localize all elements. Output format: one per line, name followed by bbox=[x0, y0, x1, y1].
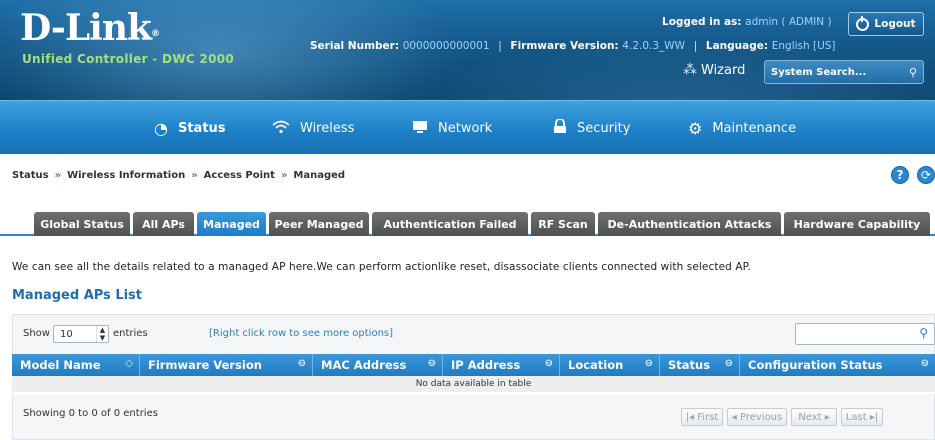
show-label: Show bbox=[23, 328, 50, 339]
lock-icon bbox=[553, 117, 567, 138]
breadcrumb-bar: Status» Wireless Information» Access Point… bbox=[0, 158, 935, 194]
breadcrumb-access-point[interactable]: Access Point bbox=[204, 170, 275, 181]
managed-aps-table: Show 10 ▲ ▼ entries [Right click row to s… bbox=[12, 314, 935, 440]
search-icon: ⚲ bbox=[908, 65, 917, 79]
tab-all-aps[interactable]: All APs bbox=[133, 212, 194, 236]
dlink-logo: D-Link® bbox=[20, 7, 160, 49]
gears-icon: ⚙ bbox=[688, 118, 703, 138]
breadcrumb-managed: Managed bbox=[293, 170, 346, 181]
language-link[interactable]: English [US] bbox=[772, 40, 836, 52]
main-nav: ◔ Status Wireless Network Security ⚙ Mai… bbox=[0, 100, 935, 154]
tab-rf-scan[interactable]: RF Scan bbox=[531, 212, 595, 236]
sort-icon: ⊖ bbox=[544, 358, 553, 369]
tab-global-status[interactable]: Global Status bbox=[34, 212, 130, 236]
entries-per-page-select[interactable]: 10 ▲ ▼ bbox=[53, 325, 109, 343]
table-footer: Showing 0 to 0 of 0 entries |◂ First ◂ P… bbox=[12, 394, 935, 440]
nav-security[interactable]: Security bbox=[553, 101, 630, 155]
nav-wireless[interactable]: Wireless bbox=[272, 101, 354, 155]
tab-authentication-failed[interactable]: Authentication Failed bbox=[372, 212, 528, 236]
pager-first-button[interactable]: |◂ First bbox=[681, 408, 723, 426]
table-header: Model Name ◇ Firmware Version ⊖ MAC Addres… bbox=[12, 354, 935, 376]
system-info: Serial Number: 0000000000001 | Firmware … bbox=[310, 40, 836, 52]
sort-icon: ◇ bbox=[125, 358, 133, 369]
breadcrumb-wireless-information[interactable]: Wireless Information bbox=[67, 170, 185, 181]
column-configuration-status[interactable]: Configuration Status ⊖ bbox=[740, 354, 935, 376]
pager-previous-button[interactable]: ◂ Previous bbox=[727, 408, 787, 426]
right-click-hint: [Right click row to see more options] bbox=[209, 328, 394, 339]
tab-peer-managed[interactable]: Peer Managed bbox=[269, 212, 369, 236]
list-title: Managed APs List bbox=[12, 288, 143, 303]
breadcrumb-status[interactable]: Status bbox=[12, 170, 49, 181]
wand-icon: ⁂ bbox=[683, 62, 697, 78]
nav-status[interactable]: ◔ Status bbox=[154, 101, 226, 155]
header-bar: D-Link® Unified Controller - DWC 2000 Lo… bbox=[0, 0, 935, 100]
sort-icon: ⊖ bbox=[644, 358, 653, 369]
column-location[interactable]: Location ⊖ bbox=[560, 354, 660, 376]
tab-hardware-capability[interactable]: Hardware Capability bbox=[784, 212, 930, 236]
sort-icon: ⊖ bbox=[920, 358, 929, 369]
wifi-icon bbox=[272, 119, 290, 138]
sort-icon: ⊖ bbox=[427, 358, 436, 369]
wizard-link[interactable]: ⁂ Wizard bbox=[683, 62, 745, 78]
column-model-name[interactable]: Model Name ◇ bbox=[12, 354, 140, 376]
column-ip-address[interactable]: IP Address ⊖ bbox=[443, 354, 560, 376]
refresh-icon[interactable]: ⟳ bbox=[917, 166, 935, 184]
tab-managed[interactable]: Managed bbox=[197, 212, 266, 236]
table-search-input[interactable]: ⚲ bbox=[795, 323, 935, 345]
tab-bar: Global Status All APs Managed Peer Manag… bbox=[0, 212, 935, 236]
logout-button[interactable]: Logout bbox=[848, 12, 924, 36]
column-status[interactable]: Status ⊖ bbox=[660, 354, 740, 376]
table-controls: Show 10 ▲ ▼ entries [Right click row to s… bbox=[12, 314, 935, 354]
next-icon: ▸ bbox=[824, 411, 830, 423]
column-mac-address[interactable]: MAC Address ⊖ bbox=[313, 354, 443, 376]
dashboard-icon: ◔ bbox=[154, 118, 168, 138]
sort-icon: ⊖ bbox=[297, 358, 306, 369]
sort-icon: ⊖ bbox=[724, 358, 733, 369]
nav-network[interactable]: Network bbox=[412, 101, 492, 155]
column-firmware-version[interactable]: Firmware Version ⊖ bbox=[140, 354, 313, 376]
logged-in-info: Logged in as: admin ( ADMIN ) bbox=[662, 16, 832, 28]
showing-entries-info: Showing 0 to 0 of 0 entries bbox=[23, 408, 158, 419]
breadcrumb: Status» Wireless Information» Access Point… bbox=[12, 170, 346, 181]
pager-last-button[interactable]: Last ▸| bbox=[841, 408, 883, 426]
system-search-input[interactable]: System Search... ⚲ bbox=[764, 60, 924, 84]
empty-table-message: No data available in table bbox=[12, 376, 935, 392]
entries-label: entries bbox=[113, 328, 148, 339]
nav-maintenance[interactable]: ⚙ Maintenance bbox=[688, 101, 796, 155]
page-description: We can see all the details related to a … bbox=[12, 261, 751, 273]
first-icon: |◂ bbox=[685, 411, 695, 423]
help-icon[interactable]: ? bbox=[891, 166, 909, 184]
spinner-icon: ▲ ▼ bbox=[96, 326, 108, 342]
previous-icon: ◂ bbox=[731, 411, 737, 423]
product-name: Unified Controller - DWC 2000 bbox=[22, 52, 235, 66]
last-icon: ▸| bbox=[869, 411, 879, 423]
power-icon bbox=[856, 15, 870, 31]
pager-next-button[interactable]: Next ▸ bbox=[791, 408, 837, 426]
monitor-icon bbox=[412, 119, 428, 138]
tab-de-authentication-attacks[interactable]: De-Authentication Attacks bbox=[598, 212, 781, 236]
search-icon: ⚲ bbox=[919, 326, 928, 340]
